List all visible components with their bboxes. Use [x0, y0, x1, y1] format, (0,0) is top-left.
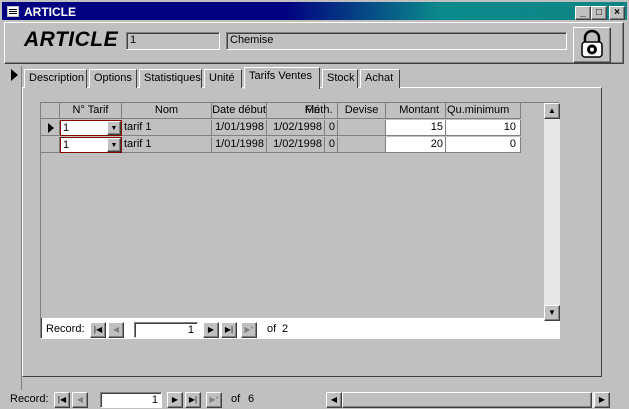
row-selector[interactable] [41, 137, 60, 153]
row-selector[interactable] [41, 120, 60, 136]
current-record-arrow-icon [11, 69, 18, 81]
record-total: 6 [248, 393, 255, 405]
close-button[interactable]: × [609, 6, 625, 20]
column-header-montant[interactable]: Montant [386, 103, 446, 119]
tarif-combo[interactable]: 1 ▼ [60, 137, 122, 153]
cell-date-debut[interactable]: 1/01/1998 [212, 120, 267, 136]
tab-achat[interactable]: Achat [360, 69, 400, 88]
title-bar[interactable]: ARTICLE _ □ × [2, 2, 627, 20]
tab-tarifs-ventes[interactable]: Tarifs Ventes [244, 67, 320, 89]
horizontal-scrollbar[interactable]: ◀ ▶ [326, 392, 610, 408]
cell-nom[interactable]: tarif 1 [122, 120, 212, 136]
record-number-input[interactable]: 1 [100, 392, 162, 408]
cell-meth[interactable]: 0 [325, 137, 338, 153]
scroll-down-button[interactable]: ▼ [544, 305, 560, 321]
lock-button[interactable] [573, 27, 611, 63]
tab-statistiques[interactable]: Statistiques [139, 69, 202, 88]
new-record-button[interactable]: ▶* [206, 392, 222, 408]
tab-options[interactable]: Options [89, 69, 137, 88]
record-selector[interactable] [6, 66, 22, 390]
form-icon [7, 6, 19, 17]
cell-montant[interactable]: 15 [386, 120, 446, 136]
scroll-up-button[interactable]: ▲ [544, 103, 560, 119]
cell-fin[interactable]: 1/02/1998 [267, 120, 325, 136]
tab-description[interactable]: Description [24, 69, 87, 88]
cell-devise[interactable] [338, 120, 386, 136]
cell-meth[interactable]: 0 [325, 120, 338, 136]
cell-devise[interactable] [338, 137, 386, 153]
scroll-thumb[interactable] [342, 392, 592, 408]
minimize-button[interactable]: _ [575, 6, 591, 20]
column-header-nom[interactable]: Nom [122, 103, 212, 119]
chevron-down-icon[interactable]: ▼ [107, 121, 121, 135]
window-title: ARTICLE [24, 5, 76, 19]
new-record-button[interactable]: ▶* [241, 322, 257, 338]
last-record-button[interactable]: ▶| [185, 392, 201, 408]
of-label: of [231, 393, 241, 405]
tarif-combo[interactable]: 1 ▼ [60, 120, 122, 136]
main-record-navigator: Record: |◀ ◀ 1 ▶ ▶| ▶* of 6 [8, 391, 324, 409]
first-record-button[interactable]: |◀ [90, 322, 106, 338]
cell-nom[interactable]: tarif 1 [122, 137, 212, 153]
tab-unite[interactable]: Unité [204, 69, 242, 88]
column-header-date-debut[interactable]: Date début [212, 103, 267, 119]
cell-fin[interactable]: 1/02/1998 [267, 137, 325, 153]
article-id-field[interactable]: 1 [126, 32, 220, 50]
record-label: Record: [46, 323, 85, 335]
first-record-button[interactable]: |◀ [54, 392, 70, 408]
cell-date-debut[interactable]: 1/01/1998 [212, 137, 267, 153]
previous-record-button[interactable]: ◀ [72, 392, 88, 408]
current-row-arrow-icon [48, 123, 54, 133]
article-name-field[interactable]: Chemise [226, 32, 567, 50]
record-total: 2 [282, 323, 289, 335]
tab-stock[interactable]: Stock [322, 69, 358, 88]
lock-icon [581, 29, 603, 58]
column-header-qu-minimum[interactable]: Qu.minimum [446, 103, 521, 119]
next-record-button[interactable]: ▶ [167, 392, 183, 408]
cell-qu-minimum[interactable]: 0 [446, 137, 521, 153]
header-corner [41, 103, 60, 119]
scroll-right-button[interactable]: ▶ [594, 392, 610, 408]
record-number-input[interactable]: 1 [134, 322, 198, 338]
last-record-button[interactable]: ▶| [221, 322, 237, 338]
scroll-left-button[interactable]: ◀ [326, 392, 342, 408]
subform-record-navigator: Record: |◀ ◀ 1 ▶ ▶| ▶* of 2 [46, 321, 346, 339]
form-title: ARTICLE [24, 28, 119, 51]
subform-vertical-scrollbar[interactable]: ▲ ▼ [544, 103, 560, 321]
next-record-button[interactable]: ▶ [203, 322, 219, 338]
record-label: Record: [10, 393, 49, 405]
cell-montant[interactable]: 20 [386, 137, 446, 153]
maximize-button[interactable]: □ [591, 6, 607, 20]
column-header-devise[interactable]: Devise [338, 103, 386, 119]
column-header-meth[interactable]: Méth. [305, 103, 338, 119]
column-header-tarif[interactable]: N° Tarif [60, 103, 122, 119]
previous-record-button[interactable]: ◀ [108, 322, 124, 338]
chevron-down-icon[interactable]: ▼ [107, 138, 121, 152]
of-label: of [267, 323, 277, 335]
cell-qu-minimum[interactable]: 10 [446, 120, 521, 136]
